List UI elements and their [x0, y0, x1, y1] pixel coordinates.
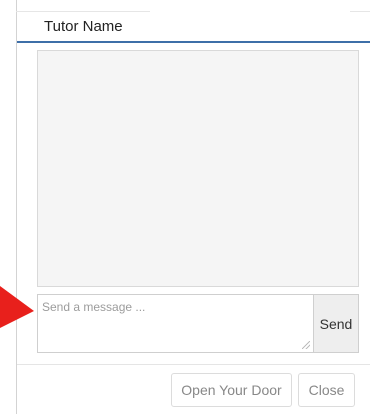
- close-button[interactable]: Close: [298, 373, 355, 407]
- dialog-top-gap: [150, 10, 350, 13]
- chat-log[interactable]: [37, 50, 359, 287]
- header-divider: [17, 41, 370, 43]
- message-input[interactable]: [38, 295, 313, 352]
- footer-divider: [17, 364, 370, 365]
- dialog-title: Tutor Name: [44, 18, 123, 35]
- resize-grip-icon[interactable]: [302, 341, 310, 349]
- red-arrow-icon: [0, 286, 34, 328]
- dialog-left-border: [16, 0, 17, 414]
- send-button[interactable]: Send: [313, 295, 358, 352]
- open-your-door-button[interactable]: Open Your Door: [171, 373, 292, 407]
- message-input-group: Send: [37, 294, 359, 353]
